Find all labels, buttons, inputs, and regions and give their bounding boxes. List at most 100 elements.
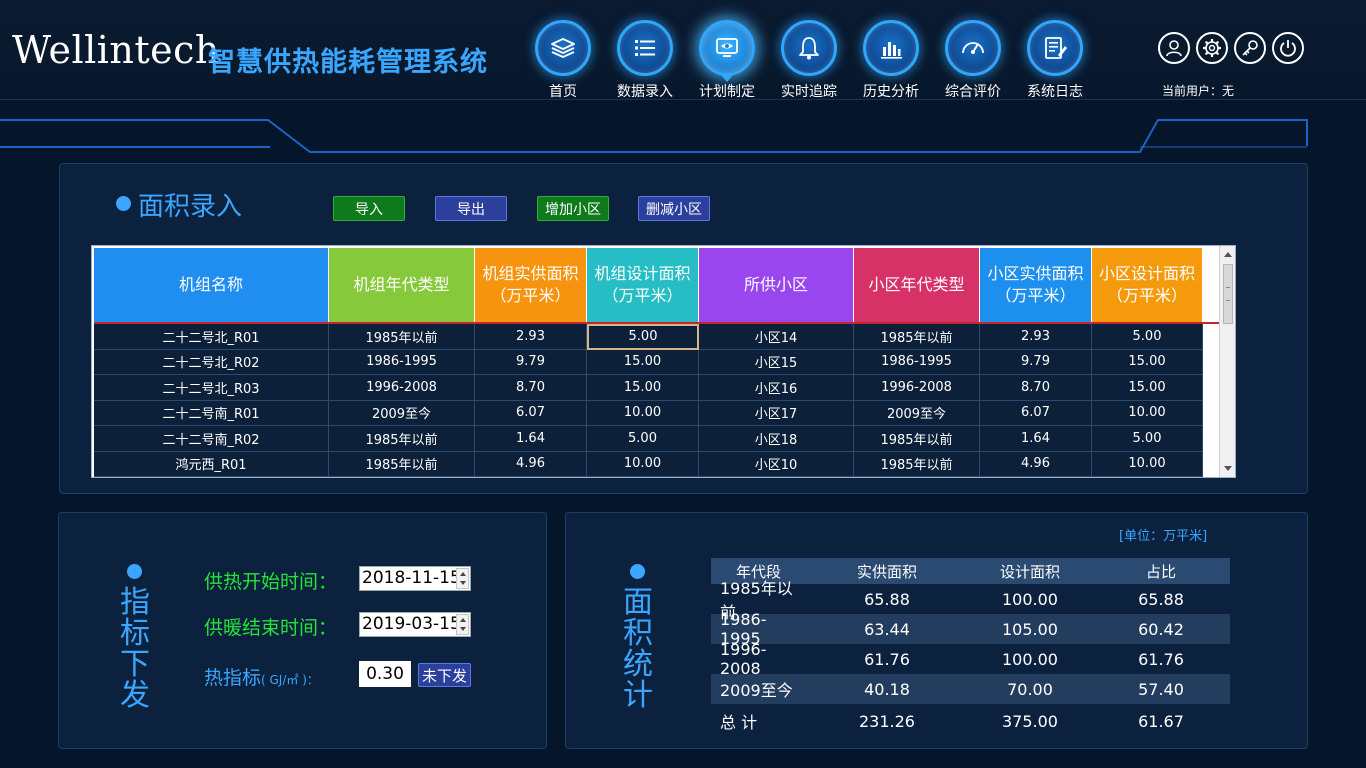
brand-logo: Wellintech [12,28,220,72]
spin-down-icon[interactable] [460,581,466,585]
table-cell-community-actual-area[interactable]: 4.96 [980,451,1092,477]
table-cell-community-design-area[interactable]: 10.00 [1092,451,1203,477]
table-cell-community-actual-area[interactable]: 8.70 [980,375,1092,401]
table-cell-community[interactable]: 小区10 [699,451,854,477]
scroll-down-arrow-icon[interactable] [1224,466,1232,471]
table-cell-unit-era[interactable]: 1985年以前 [329,451,475,477]
table-cell-unit-era[interactable]: 1996-2008 [329,375,475,401]
import-button[interactable]: 导入 [333,196,405,221]
table-cell-unit-actual-area[interactable]: 1.64 [475,426,587,452]
scroll-thumb[interactable] [1223,264,1233,324]
grid-scrollbar[interactable] [1219,246,1235,477]
nav-item-realtime[interactable]: 实时追踪 [768,0,850,100]
table-cell-community-design-area[interactable]: 15.00 [1092,375,1203,401]
column-header-community-actual-area[interactable]: 小区实供面积 （万平米） [980,248,1092,322]
stats-row: 2009至今 40.18 70.00 57.40 [711,674,1230,704]
table-cell-unit-design-area[interactable]: 5.00 [587,324,699,350]
table-cell-community-era[interactable]: 1985年以前 [854,451,980,477]
date-spinner[interactable] [456,568,469,589]
stats-cell: 65.88 [864,589,910,609]
table-cell-unit-actual-area[interactable]: 4.96 [475,451,587,477]
nav-item-evaluation[interactable]: 综合评价 [932,0,1014,100]
table-cell-community-actual-area[interactable]: 2.93 [980,324,1092,350]
table-cell-unit-design-area[interactable]: 5.00 [587,426,699,452]
table-cell-unit-design-area[interactable]: 10.00 [587,451,699,477]
table-cell-community-actual-area[interactable]: 9.79 [980,349,1092,375]
nav-item-home[interactable]: 首页 [522,0,604,100]
table-cell-community-era[interactable]: 2009至今 [854,400,980,426]
table-cell-unit-actual-area[interactable]: 2.93 [475,324,587,350]
nav-item-data-entry[interactable]: 数据录入 [604,0,686,100]
area-data-grid[interactable]: 机组名称 机组年代类型 机组实供面积 （万平米） 机组设计面积 （万平米） 所供小区 小区年代… [91,245,1236,478]
table-cell-community-era[interactable]: 1985年以前 [854,324,980,350]
table-cell-community[interactable]: 小区14 [699,324,854,350]
column-header-unit-name[interactable]: 机组名称 [94,248,329,322]
nav-item-plan[interactable]: 计划制定 [686,0,768,100]
table-cell-unit-name[interactable]: 二十二号南_R01 [94,400,329,426]
table-cell-community-era[interactable]: 1986-1995 [854,349,980,375]
table-cell-community-era[interactable]: 1985年以前 [854,426,980,452]
heat-index-input[interactable]: 0.30 [359,661,411,687]
table-cell-community[interactable]: 小区15 [699,349,854,375]
table-cell-unit-design-area[interactable]: 15.00 [587,375,699,401]
spin-up-icon[interactable] [460,572,466,576]
table-cell-community-design-area[interactable]: 5.00 [1092,426,1203,452]
scroll-up-arrow-icon[interactable] [1224,252,1232,257]
table-cell-unit-name[interactable]: 二十二号北_R01 [94,324,329,350]
add-community-button[interactable]: 增加小区 [537,196,609,221]
table-cell-community[interactable]: 小区18 [699,426,854,452]
column-header-community[interactable]: 所供小区 [699,248,854,322]
table-cell-unit-era[interactable]: 2009至今 [329,400,475,426]
table-row[interactable]: 二十二号南_R01 2009至今 6.07 10.00 小区17 2009至今 6.07 10… [94,400,1203,426]
user-icon[interactable] [1158,32,1190,64]
table-cell-community-actual-area[interactable]: 1.64 [980,426,1092,452]
table-cell-community-actual-area[interactable]: 6.07 [980,400,1092,426]
spin-down-icon[interactable] [460,627,466,631]
table-cell-unit-name[interactable]: 二十二号北_R02 [94,349,329,375]
heating-start-date-input[interactable]: 2018-11-15 [359,566,471,591]
table-cell-unit-actual-area[interactable]: 9.79 [475,349,587,375]
table-cell-unit-era[interactable]: 1986-1995 [329,349,475,375]
table-row[interactable]: 二十二号北_R03 1996-2008 8.70 15.00 小区16 1996-2008… [94,375,1203,401]
column-header-community-era[interactable]: 小区年代类型 [854,248,980,322]
table-cell-community[interactable]: 小区16 [699,375,854,401]
gear-icon[interactable] [1196,32,1228,64]
area-stats-title: 面积统计 [623,585,653,713]
grid-body: 二十二号北_R01 1985年以前 2.93 5.00 小区14 1985年以前 2.93 5… [94,324,1203,477]
table-cell-unit-name[interactable]: 鸿元西_R01 [94,451,329,477]
table-row[interactable]: 二十二号北_R02 1986-1995 9.79 15.00 小区15 1986-1995… [94,349,1203,375]
heating-end-date-input[interactable]: 2019-03-15 [359,612,471,637]
nav-item-history[interactable]: 历史分析 [850,0,932,100]
export-button[interactable]: 导出 [435,196,507,221]
table-cell-community[interactable]: 小区17 [699,400,854,426]
table-cell-community-era[interactable]: 1996-2008 [854,375,980,401]
table-cell-unit-actual-area[interactable]: 8.70 [475,375,587,401]
key-icon[interactable] [1234,32,1266,64]
table-row[interactable]: 鸿元西_R01 1985年以前 4.96 10.00 小区10 1985年以前 4.96 10… [94,451,1203,477]
nav-label: 系统日志 [1027,84,1083,100]
spin-up-icon[interactable] [460,618,466,622]
power-icon[interactable] [1272,32,1304,64]
stats-cell: 100.00 [1002,589,1058,609]
column-header-unit-era[interactable]: 机组年代类型 [329,248,475,322]
table-cell-community-design-area[interactable]: 15.00 [1092,349,1203,375]
table-cell-unit-name[interactable]: 二十二号北_R03 [94,375,329,401]
column-header-unit-actual-area[interactable]: 机组实供面积 （万平米） [475,248,587,322]
column-header-unit-design-area[interactable]: 机组设计面积 （万平米） [587,248,699,322]
table-cell-community-design-area[interactable]: 10.00 [1092,400,1203,426]
table-row[interactable]: 二十二号北_R01 1985年以前 2.93 5.00 小区14 1985年以前 2.93 5… [94,324,1203,350]
date-spinner[interactable] [456,614,469,635]
table-cell-unit-era[interactable]: 1985年以前 [329,426,475,452]
issue-button[interactable]: 未下发 [418,663,471,687]
nav-item-syslog[interactable]: 系统日志 [1014,0,1096,100]
area-stats-panel: 面积统计 [单位：万平米] 年代段 实供面积 设计面积 占比 1985年以前 6… [565,512,1308,749]
table-cell-unit-actual-area[interactable]: 6.07 [475,400,587,426]
table-cell-unit-name[interactable]: 二十二号南_R02 [94,426,329,452]
column-header-community-design-area[interactable]: 小区设计面积 （万平米） [1092,248,1203,322]
table-row[interactable]: 二十二号南_R02 1985年以前 1.64 5.00 小区18 1985年以前 1.64 5… [94,426,1203,452]
table-cell-community-design-area[interactable]: 5.00 [1092,324,1203,350]
table-cell-unit-era[interactable]: 1985年以前 [329,324,475,350]
remove-community-button[interactable]: 删减小区 [638,196,710,221]
table-cell-unit-design-area[interactable]: 15.00 [587,349,699,375]
table-cell-unit-design-area[interactable]: 10.00 [587,400,699,426]
